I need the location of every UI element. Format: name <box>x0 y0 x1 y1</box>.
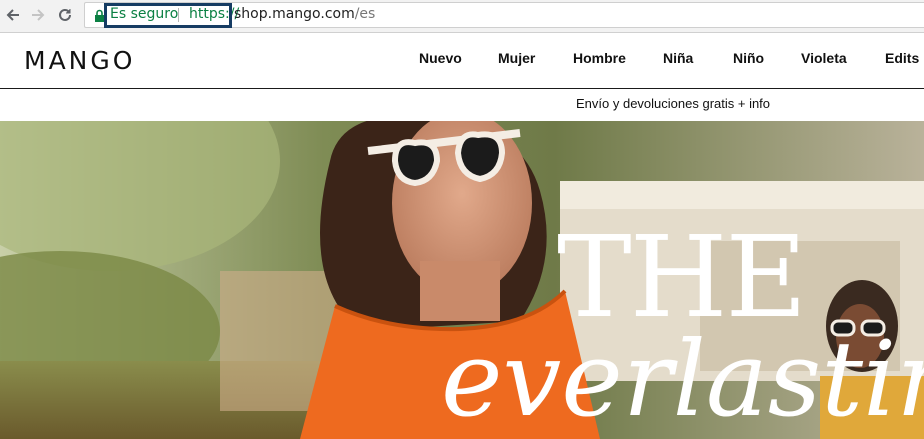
mango-logo[interactable]: MANGO <box>24 46 135 75</box>
url-path: /es <box>354 6 376 22</box>
url-text[interactable]: shop.mango.com/es <box>234 6 375 22</box>
browser-toolbar: Es seguro https:// shop.mango.com/es <box>0 0 924 33</box>
reload-button[interactable] <box>54 4 76 26</box>
nav-mujer[interactable]: Mujer <box>498 50 535 66</box>
url-host: shop.mango.com <box>234 6 355 22</box>
hero-banner[interactable]: THE everlasting <box>0 121 924 439</box>
site-header: MANGO Nuevo Mujer Hombre Niña Niño Viole… <box>0 33 924 89</box>
back-arrow-icon <box>6 9 19 21</box>
forward-button[interactable] <box>27 4 49 26</box>
nav-nino[interactable]: Niño <box>733 50 764 66</box>
nav-nina[interactable]: Niña <box>663 50 693 66</box>
back-button[interactable] <box>2 4 24 26</box>
forward-arrow-icon <box>32 9 45 21</box>
nav-hombre[interactable]: Hombre <box>573 50 626 66</box>
reload-icon <box>59 8 71 21</box>
security-highlight-box <box>104 3 232 28</box>
nav-edits[interactable]: Edits <box>885 50 919 66</box>
shipping-promo-link[interactable]: Envío y devoluciones gratis + info <box>576 96 770 111</box>
hero-title-everlasting: everlasting <box>441 318 924 439</box>
nav-violeta[interactable]: Violeta <box>801 50 847 66</box>
nav-nuevo[interactable]: Nuevo <box>419 50 462 66</box>
